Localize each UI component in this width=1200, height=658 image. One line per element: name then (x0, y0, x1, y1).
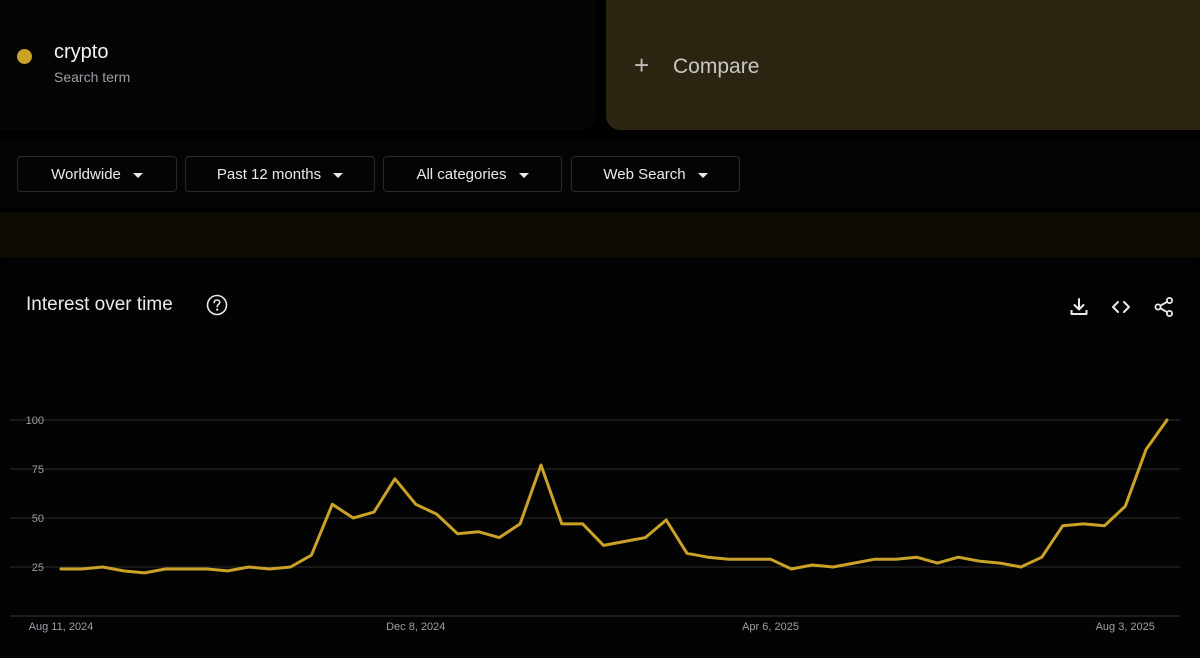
data-point[interactable] (79, 566, 85, 572)
data-point[interactable] (517, 521, 523, 527)
data-point[interactable] (246, 564, 252, 570)
caret-down-icon (132, 172, 143, 178)
caret-down-icon (333, 172, 344, 178)
data-point[interactable] (955, 554, 961, 560)
caret-down-icon (697, 172, 708, 178)
data-point[interactable] (204, 566, 210, 572)
data-point[interactable] (914, 554, 920, 560)
x-tick-label: Aug 3, 2025 (1096, 621, 1155, 633)
data-point[interactable] (1039, 554, 1045, 560)
filter-time-range[interactable]: Past 12 months (185, 156, 375, 192)
data-point[interactable] (621, 539, 627, 545)
y-tick-label: 25 (32, 562, 44, 574)
data-point[interactable] (434, 511, 440, 517)
section-divider (0, 212, 1200, 258)
filter-location-label: Worldwide (51, 165, 121, 183)
data-point[interactable] (851, 560, 857, 566)
filter-search-type[interactable]: Web Search (571, 156, 740, 192)
data-point[interactable] (58, 566, 64, 572)
filter-category[interactable]: All categories (383, 156, 562, 192)
data-point[interactable] (997, 560, 1003, 566)
data-point[interactable] (225, 568, 231, 574)
filter-category-label: All categories (416, 165, 507, 183)
data-point[interactable] (872, 556, 878, 562)
data-point[interactable] (580, 521, 586, 527)
y-tick-label: 75 (32, 464, 44, 476)
data-point[interactable] (1164, 417, 1170, 423)
data-point[interactable] (162, 566, 168, 572)
data-point[interactable] (976, 558, 982, 564)
data-point[interactable] (392, 476, 398, 482)
color-dot-icon (17, 49, 32, 64)
data-point[interactable] (496, 535, 502, 541)
data-point[interactable] (413, 501, 419, 507)
data-point[interactable] (371, 509, 377, 515)
filter-time-range-label: Past 12 months (216, 165, 322, 183)
data-point[interactable] (705, 554, 711, 560)
data-point[interactable] (768, 556, 774, 562)
data-point[interactable] (893, 556, 899, 562)
data-point[interactable] (788, 566, 794, 572)
data-point[interactable] (329, 501, 335, 507)
data-point[interactable] (601, 542, 607, 548)
data-point[interactable] (809, 562, 815, 568)
filter-search-type-label: Web Search (603, 165, 686, 183)
data-point[interactable] (1122, 503, 1128, 509)
search-term-card[interactable]: crypto Search term (0, 0, 596, 130)
filter-bar: Worldwide Past 12 months All categories … (0, 140, 1200, 208)
data-point[interactable] (454, 531, 460, 537)
data-point[interactable] (288, 564, 294, 570)
data-point[interactable] (934, 560, 940, 566)
data-point[interactable] (1101, 523, 1107, 529)
data-point[interactable] (308, 552, 314, 558)
data-point[interactable] (1060, 523, 1066, 529)
interest-over-time-card: Interest over time 25 50 75 100 Aug 11, 202… (0, 260, 1200, 658)
data-point[interactable] (684, 550, 690, 556)
data-point[interactable] (141, 570, 147, 576)
y-tick-label: 100 (26, 415, 44, 427)
data-point[interactable] (747, 556, 753, 562)
data-point[interactable] (830, 564, 836, 570)
search-term-subtitle: Search term (54, 69, 131, 85)
x-tick-label: Aug 11, 2024 (29, 621, 94, 633)
caret-down-icon (518, 172, 529, 178)
data-point[interactable] (538, 462, 544, 468)
series-line[interactable] (59, 418, 1169, 575)
data-point[interactable] (726, 556, 732, 562)
data-point[interactable] (642, 535, 648, 541)
data-point[interactable] (663, 517, 669, 523)
plus-icon: + (634, 50, 650, 80)
compare-button[interactable]: + Compare (606, 0, 1200, 130)
data-point[interactable] (100, 564, 106, 570)
data-point[interactable] (1018, 564, 1024, 570)
data-point[interactable] (183, 566, 189, 572)
data-point[interactable] (267, 566, 273, 572)
compare-label: Compare (673, 55, 760, 78)
data-point[interactable] (559, 521, 565, 527)
x-tick-label: Dec 8, 2024 (386, 621, 445, 633)
x-tick-label: Apr 6, 2025 (742, 621, 799, 633)
search-term-name[interactable]: crypto (54, 41, 108, 64)
data-point[interactable] (1081, 521, 1087, 527)
interest-line-chart: 25 50 75 100 Aug 11, 2024 Dec 8, 2024 Apr 6, … (10, 415, 1180, 633)
data-point[interactable] (475, 529, 481, 535)
data-point[interactable] (350, 515, 356, 521)
data-point[interactable] (121, 568, 127, 574)
data-point[interactable] (1143, 446, 1149, 452)
y-tick-label: 50 (32, 513, 44, 525)
filter-location[interactable]: Worldwide (17, 156, 177, 192)
